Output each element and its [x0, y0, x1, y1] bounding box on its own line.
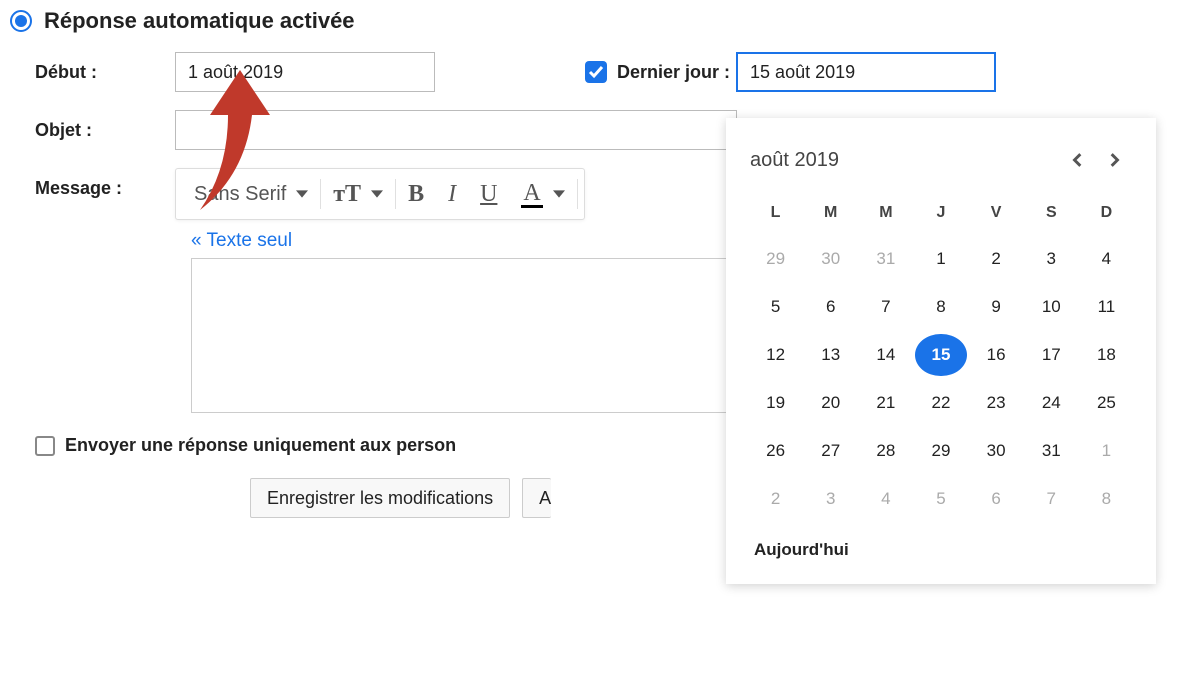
datepicker-day[interactable]: 17	[1026, 334, 1077, 376]
format-toolbar: Sans Serif тT B I U A	[175, 168, 585, 220]
end-date-label: Dernier jour :	[617, 62, 730, 83]
datepicker-dow: D	[1081, 198, 1132, 232]
underline-button[interactable]: U	[468, 169, 509, 219]
datepicker-day[interactable]: 4	[1081, 238, 1132, 280]
italic-button[interactable]: I	[436, 169, 468, 219]
message-editor[interactable]	[191, 258, 734, 413]
datepicker-day[interactable]: 20	[805, 382, 856, 424]
datepicker-day[interactable]: 5	[750, 286, 801, 328]
date-picker-popup: août 2019 LMMJVSD29303112345678910111213…	[726, 118, 1156, 584]
datepicker-day[interactable]: 7	[1026, 478, 1077, 520]
bold-button[interactable]: B	[396, 169, 436, 219]
text-size-icon: тT	[333, 181, 361, 208]
datepicker-day[interactable]: 11	[1081, 286, 1132, 328]
datepicker-day[interactable]: 4	[860, 478, 911, 520]
datepicker-day[interactable]: 25	[1081, 382, 1132, 424]
contacts-only-label: Envoyer une réponse uniquement aux perso…	[65, 435, 456, 456]
datepicker-day[interactable]: 28	[860, 430, 911, 472]
datepicker-day[interactable]: 27	[805, 430, 856, 472]
end-date-input[interactable]: 15 août 2019	[736, 52, 996, 92]
datepicker-day[interactable]: 16	[971, 334, 1022, 376]
datepicker-day[interactable]: 6	[805, 286, 856, 328]
datepicker-day[interactable]: 6	[971, 478, 1022, 520]
contacts-only-checkbox[interactable]	[35, 436, 55, 456]
message-label: Message :	[35, 168, 175, 199]
font-size-picker[interactable]: тT	[321, 169, 395, 219]
datepicker-day[interactable]: 1	[915, 238, 966, 280]
datepicker-day[interactable]: 9	[971, 286, 1022, 328]
datepicker-dow: V	[971, 198, 1022, 232]
prev-month-button[interactable]	[1060, 142, 1096, 178]
datepicker-day[interactable]: 15	[915, 334, 966, 376]
datepicker-day[interactable]: 3	[805, 478, 856, 520]
datepicker-day[interactable]: 3	[1026, 238, 1077, 280]
datepicker-day[interactable]: 24	[1026, 382, 1077, 424]
text-color-picker[interactable]: A	[509, 169, 576, 219]
datepicker-day[interactable]: 12	[750, 334, 801, 376]
datepicker-dow: M	[860, 198, 911, 232]
chevron-down-icon	[553, 184, 565, 205]
datepicker-day[interactable]: 10	[1026, 286, 1077, 328]
datepicker-day[interactable]: 30	[805, 238, 856, 280]
datepicker-day[interactable]: 1	[1081, 430, 1132, 472]
datepicker-day[interactable]: 21	[860, 382, 911, 424]
plain-text-link[interactable]: « Texte seul	[175, 220, 308, 258]
datepicker-day[interactable]: 5	[915, 478, 966, 520]
last-day-checkbox[interactable]	[585, 61, 607, 83]
datepicker-dow: J	[915, 198, 966, 232]
datepicker-day[interactable]: 13	[805, 334, 856, 376]
datepicker-day[interactable]: 29	[750, 238, 801, 280]
today-button[interactable]: Aujourd'hui	[750, 534, 1132, 566]
datepicker-day[interactable]: 29	[915, 430, 966, 472]
datepicker-day[interactable]: 8	[915, 286, 966, 328]
cancel-button[interactable]: A	[522, 478, 551, 518]
datepicker-day[interactable]: 23	[971, 382, 1022, 424]
start-date-label: Début :	[35, 62, 175, 83]
autoreply-on-radio[interactable]	[10, 10, 32, 32]
datepicker-day[interactable]: 31	[1026, 430, 1077, 472]
datepicker-day[interactable]: 2	[971, 238, 1022, 280]
datepicker-day[interactable]: 8	[1081, 478, 1132, 520]
start-date-input[interactable]: 1 août 2019	[175, 52, 435, 92]
datepicker-day[interactable]: 22	[915, 382, 966, 424]
chevron-down-icon	[296, 184, 308, 205]
autoreply-on-label: Réponse automatique activée	[44, 8, 355, 34]
subject-input[interactable]	[175, 110, 737, 150]
font-family-picker[interactable]: Sans Serif	[182, 169, 320, 219]
save-button[interactable]: Enregistrer les modifications	[250, 478, 510, 518]
datepicker-day[interactable]: 18	[1081, 334, 1132, 376]
next-month-button[interactable]	[1096, 142, 1132, 178]
datepicker-dow: M	[805, 198, 856, 232]
datepicker-day[interactable]: 2	[750, 478, 801, 520]
datepicker-dow: S	[1026, 198, 1077, 232]
datepicker-day[interactable]: 30	[971, 430, 1022, 472]
datepicker-day[interactable]: 14	[860, 334, 911, 376]
subject-label: Objet :	[35, 120, 175, 141]
datepicker-day[interactable]: 19	[750, 382, 801, 424]
chevron-down-icon	[371, 184, 383, 205]
datepicker-month-label: août 2019	[750, 149, 1060, 172]
datepicker-dow: L	[750, 198, 801, 232]
datepicker-day[interactable]: 7	[860, 286, 911, 328]
datepicker-day[interactable]: 31	[860, 238, 911, 280]
datepicker-day[interactable]: 26	[750, 430, 801, 472]
